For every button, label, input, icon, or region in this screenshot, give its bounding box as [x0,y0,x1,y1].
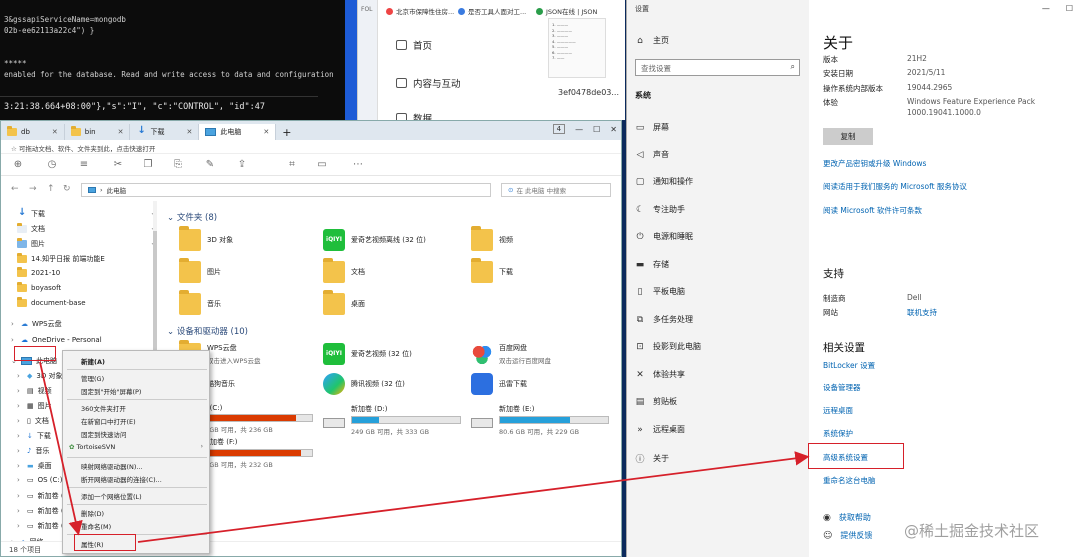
arrow-to-advanced-settings [137,451,810,543]
arrow-to-properties [39,361,83,536]
annotation-arrows [39,361,810,543]
watermark: @稀土掘金技术社区 [904,522,1040,540]
